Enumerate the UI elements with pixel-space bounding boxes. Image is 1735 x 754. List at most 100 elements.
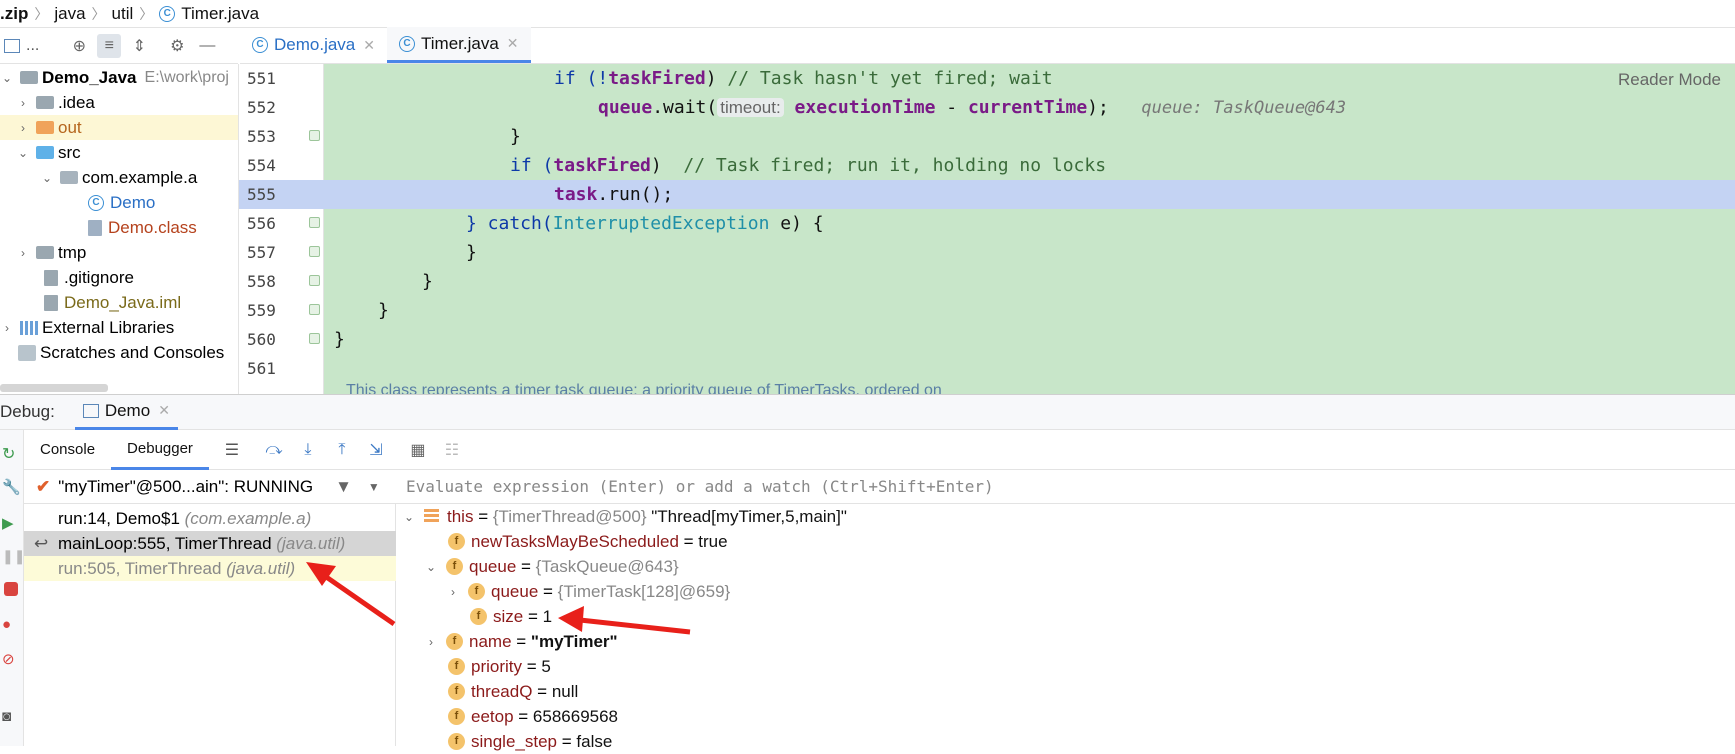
chevron-right-icon[interactable]: › [446,585,460,599]
gear-icon[interactable]: ⚙ [165,34,189,58]
tree-item-package[interactable]: ⌄ com.example.a [40,165,197,190]
camera-icon[interactable]: ◙ [2,708,20,726]
chevron-down-icon[interactable]: ▼ [368,480,380,494]
tree-item-gitignore[interactable]: .gitignore [44,265,134,290]
pause-icon[interactable]: ❚❚ [2,548,25,566]
tree-item-label: External Libraries [42,317,175,337]
hide-icon[interactable]: — [195,34,219,58]
variable-row[interactable]: f single_step = false [448,729,612,754]
fold-marker-icon[interactable] [309,130,320,141]
tree-item-external-libraries[interactable]: › External Libraries [0,315,174,340]
chevron-right-icon[interactable]: › [424,635,438,649]
stop-icon[interactable] [4,582,18,596]
filter-icon[interactable]: ▼ [335,477,352,497]
variable-row[interactable]: ⌄ this = {TimerThread@500} "Thread[myTim… [402,504,847,529]
tree-item-tmp[interactable]: › tmp [16,240,86,265]
step-out-icon[interactable]: ⤒ [331,439,353,461]
tab-debugger[interactable]: Debugger [111,430,209,470]
variable-row[interactable]: › f name = "myTimer" [424,629,618,654]
fold-marker-icon[interactable] [309,333,320,344]
wrench-icon[interactable]: 🔧 [2,478,21,496]
class-file-icon [88,219,102,236]
tab-label: Demo.java [274,35,356,54]
close-icon[interactable]: ✕ [507,35,519,52]
chevron-down-icon[interactable]: ⌄ [402,510,416,524]
tree-item-demo[interactable]: C Demo [88,190,155,215]
debug-label: Debug: [0,402,55,421]
variable-row[interactable]: ⌄ f queue = {TaskQueue@643} [424,554,679,579]
chevron-right-icon[interactable]: › [16,246,30,260]
collapse-all-icon[interactable]: ⇕ [127,34,151,58]
breadcrumb-java[interactable]: java [54,4,85,24]
breadcrumb-zip[interactable]: .zip [0,4,28,24]
library-icon [20,320,38,335]
variable-row[interactable]: f size = 1 [470,604,552,629]
variable-row[interactable]: › f queue = {TimerTask[128]@659} [446,579,730,604]
expand-all-icon[interactable]: ≡ [97,33,122,58]
tree-root-label: Demo_Java [42,67,137,87]
evaluate-icon[interactable]: ▦ [407,439,429,461]
fold-marker-icon[interactable] [309,217,320,228]
variable-row[interactable]: f threadQ = null [448,679,578,704]
code-line: if (!taskFired) // Task hasn't yet fired… [554,68,1053,89]
step-over-icon[interactable]: ⤼ [263,439,285,461]
tab-timer-java[interactable]: C Timer.java ✕ [387,27,531,63]
rerun-icon[interactable]: ↻ [2,444,20,463]
tab-demo-java[interactable]: C Demo.java ✕ [240,27,387,63]
resume-icon[interactable]: ▶ [2,514,20,532]
step-into-icon[interactable]: ⤓ [297,439,319,461]
debug-subtabs: Console Debugger ☰ ⤼ ⤓ ⤒ ⇲ ▦ ☷ [24,430,1735,470]
check-icon: ✔ [36,476,51,496]
chevron-right-icon[interactable]: › [0,321,14,335]
close-icon[interactable]: ✕ [158,402,170,419]
reader-mode-toggle[interactable]: Reader Mode [1618,70,1721,90]
chevron-down-icon[interactable]: ⌄ [0,71,14,85]
chevron-down-icon[interactable]: ⌄ [424,560,438,574]
tree-item-demo-class[interactable]: Demo.class [88,215,197,240]
tree-root-path: E:\work\proj [144,68,229,86]
trace-icon[interactable]: ☷ [441,439,463,461]
code-line: } [422,271,433,292]
frame-item[interactable]: run:14, Demo$1 (com.example.a) [24,506,396,531]
tree-root[interactable]: ⌄ Demo_Java E:\work\proj [0,65,229,90]
variable-row[interactable]: f priority = 5 [448,654,551,679]
tree-item-out[interactable]: › out [0,115,238,140]
chevron-down-icon[interactable]: ⌄ [16,146,30,160]
horizontal-scrollbar[interactable] [0,384,108,392]
this-icon [424,509,439,524]
run-to-cursor-icon[interactable]: ⇲ [365,439,387,461]
tree-item-scratches[interactable]: Scratches and Consoles [18,340,224,365]
fold-marker-icon[interactable] [309,304,320,315]
breadcrumb-file[interactable]: Timer.java [181,4,259,24]
scratches-icon [18,344,36,361]
close-icon[interactable]: ✕ [363,37,375,54]
tree-item-src[interactable]: ⌄ src [16,140,81,165]
frame-item-current[interactable]: ↩ mainLoop:555, TimerThread (java.util) [24,531,396,556]
breadcrumb-util[interactable]: util [112,4,134,24]
thread-selector[interactable]: ✔ "myTimer"@500...ain": RUNNING ▼ ▼ [24,470,396,504]
fold-marker-icon[interactable] [309,275,320,286]
tab-console[interactable]: Console [24,430,111,470]
frame-item[interactable]: run:505, TimerThread (java.util) [24,556,396,581]
chevron-down-icon[interactable]: ⌄ [40,171,54,185]
application-icon [82,403,99,418]
project-view-label[interactable]: ... [26,37,39,55]
chevron-right-icon[interactable]: › [16,121,30,135]
tree-item-label: Demo_Java.iml [64,292,182,312]
view-breakpoints-icon[interactable]: ● [2,616,20,634]
debug-session-tab[interactable]: Demo ✕ [74,394,178,430]
tree-item-idea[interactable]: › .idea [16,90,95,115]
code-editor[interactable]: if (!taskFired) // Task hasn't yet fired… [324,64,1735,394]
variable-row[interactable]: f eetop = 658669568 [448,704,618,729]
fold-marker-icon[interactable] [309,246,320,257]
tree-item-label: Demo [110,192,156,212]
variable-row[interactable]: f newTasksMayBeScheduled = true [448,529,728,554]
evaluate-expression-input[interactable]: Evaluate expression (Enter) or add a wat… [396,470,1735,504]
locate-icon[interactable]: ⊕ [67,34,91,58]
mute-breakpoints-icon[interactable]: ⊘ [2,650,20,668]
layout-menu-icon[interactable]: ☰ [221,439,243,461]
chevron-right-icon[interactable]: › [16,96,30,110]
project-view-icon[interactable] [4,38,20,53]
tree-item-iml[interactable]: Demo_Java.iml [44,290,181,315]
debug-session-label: Demo [104,400,151,420]
